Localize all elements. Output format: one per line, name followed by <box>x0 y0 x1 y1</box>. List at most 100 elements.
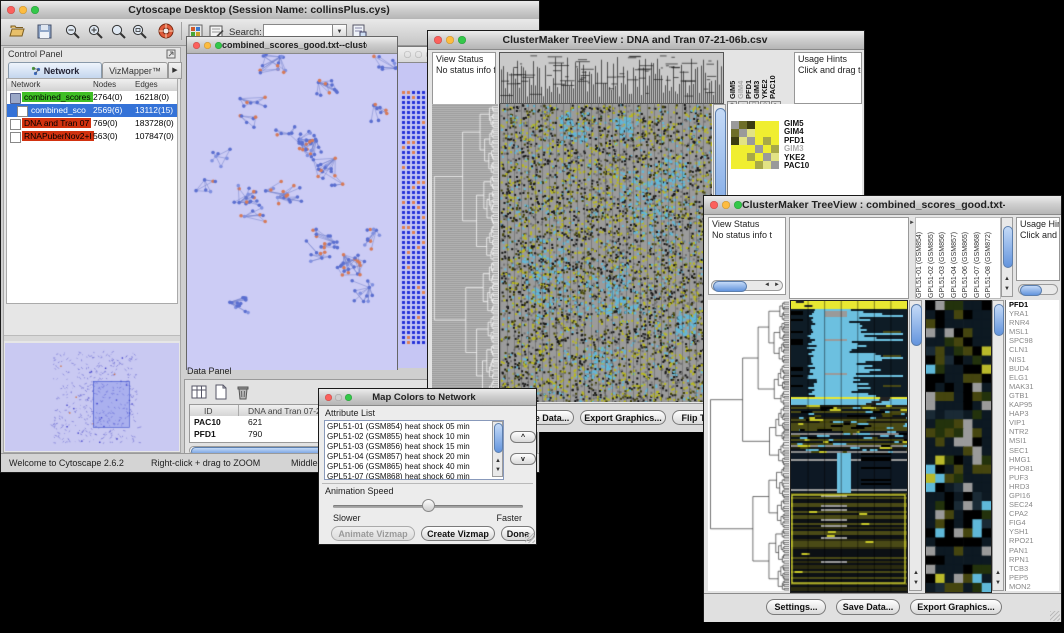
zoom-fit-icon[interactable] <box>110 23 127 40</box>
attribute-list-item[interactable]: GPL51-01 (GSM854) heat shock 05 min <box>327 422 490 432</box>
matrix-cell[interactable] <box>771 137 779 145</box>
network-table-row[interactable]: combined_sco2569(6)13112(15) <box>7 104 177 117</box>
matrix-cell[interactable] <box>755 121 763 129</box>
matrix-cell[interactable] <box>739 161 747 169</box>
window-controls[interactable] <box>7 6 39 14</box>
network-table-row[interactable]: combined_scores2764(0)16218(0) <box>7 91 177 104</box>
matrix-cell[interactable] <box>763 145 771 153</box>
attribute-list-item[interactable]: GPL51-06 (GSM865) heat shock 40 min <box>327 462 490 472</box>
create-vizmap-button[interactable]: Create Vizmap <box>421 526 495 541</box>
matrix-cell[interactable] <box>755 137 763 145</box>
zoom-window-icon[interactable] <box>458 36 466 44</box>
zoom-window-icon[interactable] <box>345 394 352 401</box>
matrix-cell[interactable] <box>731 145 739 153</box>
matrix-cell[interactable] <box>771 161 779 169</box>
matrix-cell[interactable] <box>755 161 763 169</box>
zoom-in-icon[interactable] <box>87 23 104 40</box>
matrix-cell[interactable] <box>731 153 739 161</box>
tv2-export-graphics-button[interactable]: Export Graphics... <box>910 599 1002 615</box>
table-icon[interactable] <box>191 384 207 400</box>
matrix-cell[interactable] <box>731 121 739 129</box>
tv2-column-dendrogram[interactable] <box>789 217 909 299</box>
animate-vizmap-button[interactable]: Animate Vizmap <box>331 526 415 541</box>
matrix-cell[interactable] <box>731 137 739 145</box>
help-lifering-icon[interactable] <box>157 22 175 40</box>
matrix-cell[interactable] <box>731 129 739 137</box>
network-overview-canvas[interactable] <box>5 343 179 451</box>
tv2-settings-button[interactable]: Settings... <box>766 599 826 615</box>
zoom-out-icon[interactable] <box>64 23 81 40</box>
minimize-icon[interactable] <box>335 394 342 401</box>
dialog-titlebar[interactable]: Map Colors to Network <box>319 389 536 406</box>
matrix-cell[interactable] <box>739 153 747 161</box>
attribute-list-item[interactable]: GPL51-03 (GSM856) heat shock 15 min <box>327 442 490 452</box>
tv2-labels-vscrollbar[interactable]: ▲▼ <box>1001 217 1013 297</box>
tv2-save-data-button[interactable]: Save Data... <box>836 599 900 615</box>
close-icon[interactable] <box>710 201 718 209</box>
matrix-cell[interactable] <box>739 145 747 153</box>
matrix-cell[interactable] <box>747 161 755 169</box>
matrix-cell[interactable] <box>763 121 771 129</box>
attribute-list-item[interactable]: GPL51-07 (GSM868) heat shock 60 min <box>327 472 490 480</box>
matrix-cell[interactable] <box>755 153 763 161</box>
matrix-cell[interactable] <box>747 145 755 153</box>
animation-speed-slider[interactable] <box>333 499 523 513</box>
overview-splitter[interactable] <box>4 335 180 341</box>
resize-grip[interactable] <box>525 533 535 543</box>
matrix-cell[interactable] <box>763 153 771 161</box>
matrix-cell[interactable] <box>771 153 779 161</box>
slider-thumb[interactable] <box>422 499 435 512</box>
minimize-icon[interactable] <box>204 42 211 49</box>
col-nodes[interactable]: Nodes <box>93 80 116 89</box>
tv1-export-graphics-button[interactable]: Export Graphics... <box>580 410 666 425</box>
matrix-cell[interactable] <box>731 161 739 169</box>
attribute-list-scrollbar[interactable]: ▲▼ <box>492 421 503 477</box>
matrix-cell[interactable] <box>739 121 747 129</box>
matrix-cell[interactable] <box>755 129 763 137</box>
float-panel-icon[interactable] <box>166 49 176 59</box>
close-icon[interactable] <box>404 51 411 58</box>
tab-network[interactable]: Network <box>8 62 102 79</box>
new-document-icon[interactable] <box>213 384 229 400</box>
minimize-icon[interactable] <box>19 6 27 14</box>
dp-col-id[interactable]: ID <box>204 406 213 416</box>
tv1-correlation-matrix[interactable] <box>731 121 779 169</box>
tv2-row-dendrogram-canvas[interactable] <box>708 300 789 591</box>
matrix-cell[interactable] <box>763 161 771 169</box>
tv2-genes-vscrollbar[interactable]: ▲▼ <box>992 300 1004 591</box>
zoom-window-icon[interactable] <box>31 6 39 14</box>
tab-vizmapper[interactable]: VizMapper™ <box>102 62 168 79</box>
network-table-row[interactable]: DNA and Tran 07769(0)183728(0) <box>7 117 177 130</box>
tab-overflow-arrow[interactable]: ▶ <box>168 62 182 79</box>
matrix-cell[interactable] <box>763 137 771 145</box>
save-icon[interactable] <box>36 23 53 40</box>
matrix-cell[interactable] <box>739 129 747 137</box>
matrix-cell[interactable] <box>747 121 755 129</box>
close-icon[interactable] <box>7 6 15 14</box>
matrix-cell[interactable] <box>771 145 779 153</box>
tv1-column-dendrogram-canvas[interactable] <box>499 52 724 104</box>
matrix-cell[interactable] <box>771 129 779 137</box>
attribute-listbox[interactable]: GPL51-01 (GSM854) heat shock 05 min GPL51… <box>324 420 504 480</box>
tv2-titlebar[interactable]: ClusterMaker TreeView : combined_scores_… <box>704 196 1061 215</box>
zoom-window-icon[interactable] <box>734 201 742 209</box>
tv1-titlebar[interactable]: ClusterMaker TreeView : DNA and Tran 07-… <box>428 31 864 50</box>
tv2-heatmap-vscrollbar[interactable]: ▲▼ <box>909 300 922 591</box>
close-icon[interactable] <box>193 42 200 49</box>
minimize-icon[interactable] <box>446 36 454 44</box>
network-table-row[interactable]: RNAPuberNov2+I563(0)107847(0) <box>7 130 177 143</box>
trash-icon[interactable] <box>235 384 251 400</box>
close-icon[interactable] <box>325 394 332 401</box>
matrix-cell[interactable] <box>747 153 755 161</box>
attribute-list-item[interactable]: GPL51-04 (GSM857) heat shock 20 min <box>327 452 490 462</box>
main-titlebar[interactable]: Cytoscape Desktop (Session Name: collins… <box>1 1 539 20</box>
tv1-row-dendrogram-canvas[interactable] <box>432 104 498 402</box>
matrix-cell[interactable] <box>747 137 755 145</box>
close-icon[interactable] <box>434 36 442 44</box>
tv2-heatmap-canvas[interactable] <box>790 300 908 593</box>
col-network[interactable]: Network <box>11 80 40 89</box>
matrix-cell[interactable] <box>755 145 763 153</box>
move-attribute-up-button[interactable]: ^ <box>510 431 536 443</box>
matrix-cell[interactable] <box>763 129 771 137</box>
move-attribute-down-button[interactable]: v <box>510 453 536 465</box>
